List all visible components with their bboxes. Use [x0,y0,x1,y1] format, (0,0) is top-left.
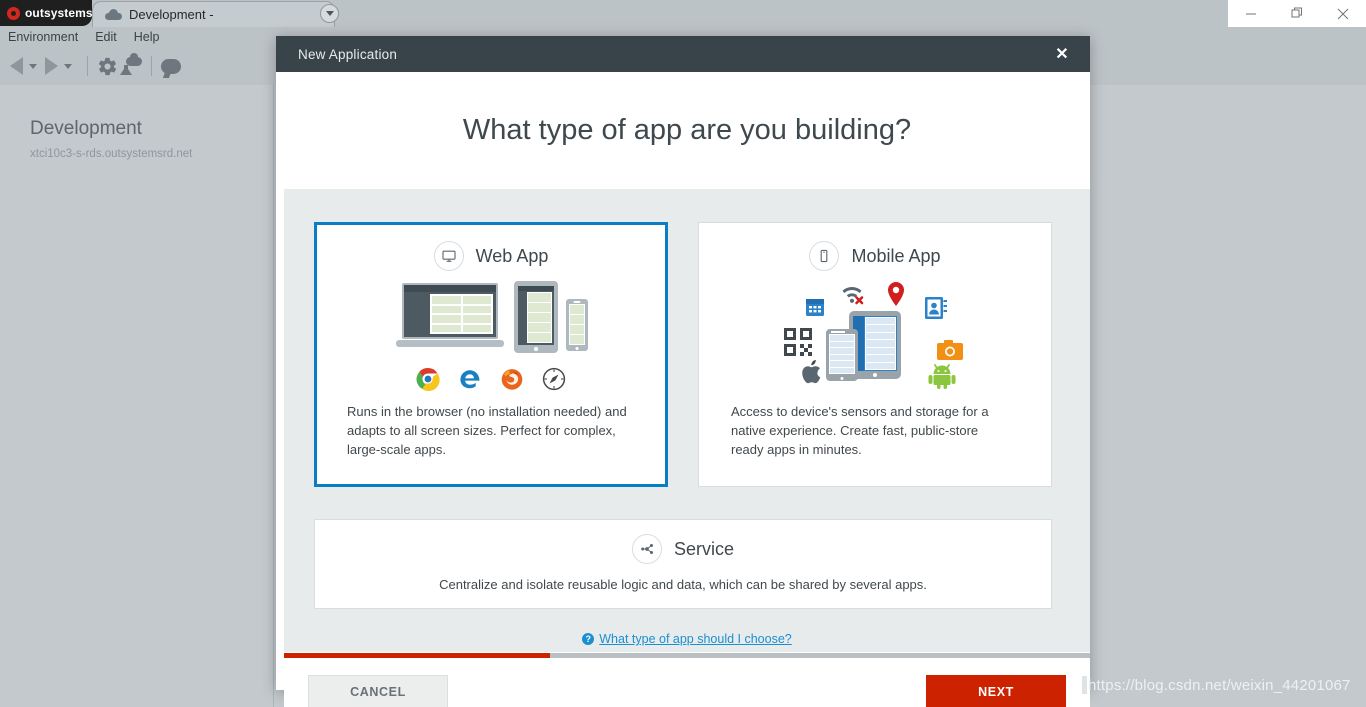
minimize-button[interactable] [1228,0,1274,27]
outsystems-logo[interactable]: outsystems [0,0,93,26]
environment-tab[interactable]: Development - [92,1,335,27]
service-card-title: Service [673,538,735,559]
chat-bubble-icon [161,58,181,74]
firefox-icon [501,369,523,390]
calendar-icon [805,299,824,316]
service-nodes-icon [631,534,662,564]
menu-item-environment[interactable]: Environment [8,30,78,44]
mobile-app-card-header: Mobile App [809,241,941,271]
dialog-close-button[interactable]: ✕ [1044,36,1080,72]
help-row: ? What type of app should I choose? [284,626,1090,652]
app-type-card-mobile-app[interactable]: Mobile App Access to device's sensors an… [698,222,1052,487]
toolbar-divider-2 [151,56,152,76]
camera-icon [936,340,963,360]
chevron-down-icon [325,11,334,16]
dialog-title: New Application [298,46,398,62]
toolbar-divider [87,56,88,76]
back-button[interactable] [10,57,23,75]
tablet-icon [514,281,558,353]
back-dropdown-caret-down-icon[interactable] [29,63,37,69]
web-app-card-title: Web App [475,245,549,266]
watermark-text: https://blog.csdn.net/weixin_44201067 [1088,677,1351,694]
watermark-bar [1082,676,1087,694]
dialog-heading: What type of app are you building? [462,114,912,146]
map-pin-icon [887,282,904,306]
phone-icon [566,299,588,351]
edge-icon [460,370,480,389]
environment-name: Development [30,118,142,139]
smartphone-icon [809,241,840,271]
android-icon [928,364,955,389]
mobile-app-card-description: Access to device's sensors and storage f… [731,404,989,457]
forward-dropdown-caret-down-icon[interactable] [64,63,72,69]
help-link[interactable]: What type of app should I choose? [599,632,792,646]
environment-sidebar: Development xtci10c3-s-rds.outsystemsrd.… [0,85,274,707]
app-type-cards: Web App Runs in the browser (no installa… [314,222,1052,487]
monitor-icon [433,241,464,271]
triangle-right-icon [45,57,58,75]
application-window: outsystems Development - Environment Edi… [0,0,1366,707]
mobile-app-illustration [783,281,968,391]
title-bar: outsystems Development - [0,0,1366,27]
web-app-card-header: Web App [433,241,549,271]
environment-host: xtci10c3-s-rds.outsystemsrd.net [30,148,193,160]
triangle-left-icon [10,57,23,75]
wifi-off-icon [841,287,863,305]
apple-icon [801,360,820,384]
brand-label: outsystems [25,6,93,20]
menu-item-edit[interactable]: Edit [95,30,117,44]
phone-icon [825,329,858,381]
window-controls [1228,0,1366,27]
maximize-button[interactable] [1274,0,1320,27]
app-type-card-web-app[interactable]: Web App Runs in the browser (no installa… [314,222,668,487]
app-type-card-service[interactable]: Service Centralize and isolate reusable … [314,519,1052,609]
mobile-capabilities-icon [783,281,968,391]
qr-code-icon [783,328,812,356]
gear-icon [98,57,117,75]
tab-dropdown-button[interactable] [320,4,339,23]
dialog-hero: What type of app are you building? [284,72,1090,189]
mobile-app-card-title: Mobile App [851,245,941,266]
question-circle-icon: ? [582,633,595,645]
dialog-body: Web App Runs in the browser (no installa… [284,189,1090,626]
service-card-description: Centralize and isolate reusable logic an… [439,577,927,592]
contacts-icon [924,297,947,319]
web-app-illustration [396,281,588,391]
chrome-icon [416,367,440,391]
forward-button[interactable] [45,57,58,75]
dialog-header: New Application ✕ [276,36,1090,72]
cancel-button[interactable]: CANCEL [308,675,448,707]
dialog-footer: CANCEL NEXT [284,658,1090,707]
service-card-header: Service [631,534,735,564]
configure-button[interactable] [97,56,118,77]
laptop-icon [396,283,504,347]
outsystems-mark-icon [7,6,20,20]
cloud-icon [105,9,122,20]
environment-tab-label: Development - [129,7,214,22]
new-application-dialog: New Application ✕ What type of app are y… [276,36,1090,707]
next-button[interactable]: NEXT [926,675,1066,707]
responsive-devices-icon [396,281,588,359]
safari-icon [542,367,566,391]
publish-button[interactable] [120,53,142,75]
menu-item-help[interactable]: Help [134,30,160,44]
cloud-upload-icon [126,53,142,66]
feedback-button[interactable] [161,58,181,74]
browser-icons [416,367,566,391]
close-button[interactable] [1320,0,1366,27]
web-app-card-description: Runs in the browser (no installation nee… [347,404,627,457]
